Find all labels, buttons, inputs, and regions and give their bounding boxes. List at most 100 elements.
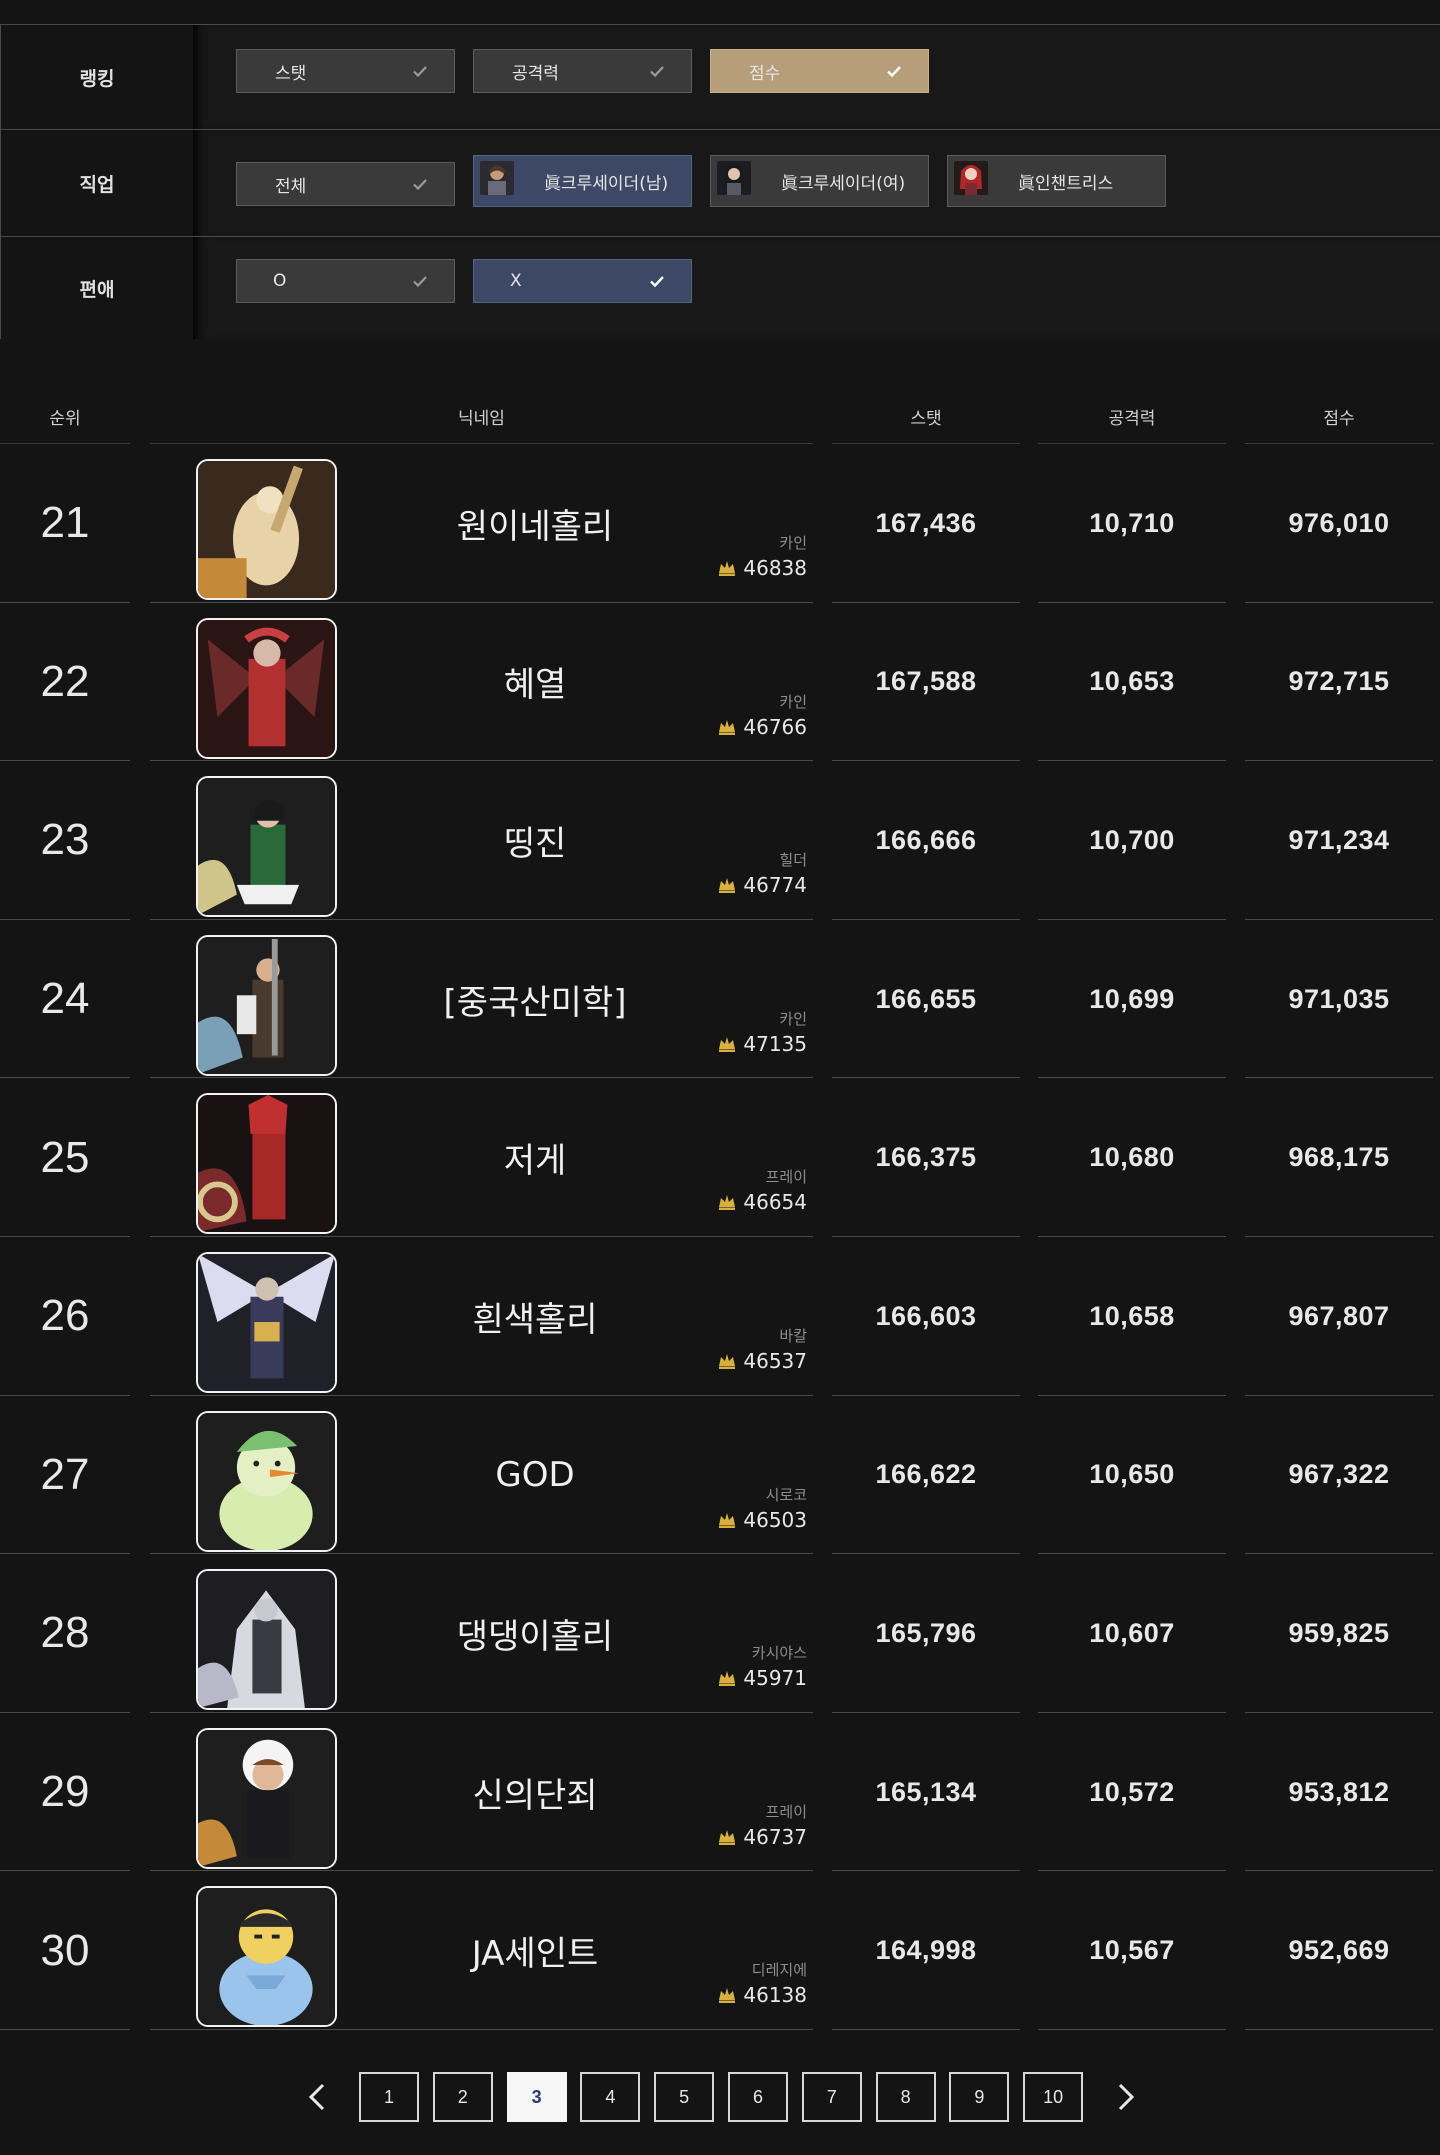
table-row[interactable]: 22 혜열 카인 46766 167,588 10,653 972,715 bbox=[0, 603, 1440, 762]
table-row[interactable]: 27 GOD 시로코 46503 166,622 10,650 967,322 bbox=[0, 1396, 1440, 1555]
ranking-option-stat[interactable]: 스탯 bbox=[236, 49, 455, 93]
stat-cell: 166,655 bbox=[832, 920, 1020, 1079]
server-name: 프레이 bbox=[765, 1168, 807, 1187]
nickname[interactable]: 저게 bbox=[390, 1078, 680, 1237]
page-button[interactable]: 9 bbox=[949, 2072, 1010, 2122]
rank-number: 26 bbox=[40, 1291, 90, 1341]
page-button[interactable]: 4 bbox=[580, 2072, 641, 2122]
table-row[interactable]: 23 띵진 힐더 46774 166,666 10,700 971,234 bbox=[0, 761, 1440, 920]
character-avatar[interactable] bbox=[196, 1252, 337, 1393]
server-name: 디레지에 bbox=[751, 1961, 807, 1980]
table-row[interactable]: 24 [중국산미학] 카인 47135 166,655 10,699 971,0… bbox=[0, 920, 1440, 1079]
character-sprite-icon bbox=[198, 1095, 335, 1233]
character-avatar[interactable] bbox=[196, 1727, 337, 1869]
adventure-level: 46537 bbox=[717, 1349, 807, 1373]
ranking-option-score[interactable]: 점수 bbox=[710, 49, 929, 93]
crown-icon bbox=[719, 878, 736, 894]
table-row[interactable]: 28 댕댕이홀리 카시야스 45971 165,796 10,607 959,8… bbox=[0, 1554, 1440, 1713]
nickname[interactable]: 띵진 bbox=[390, 761, 680, 920]
stat-cell: 166,375 bbox=[832, 1078, 1020, 1237]
nickname[interactable]: JA세인트 bbox=[390, 1871, 680, 2030]
nickname-cell: 흰색홀리 바칼 46537 bbox=[150, 1237, 813, 1396]
ranking-option-attack[interactable]: 공격력 bbox=[473, 49, 692, 93]
adventure-level: 46737 bbox=[717, 1825, 807, 1849]
adventure-level-value: 47135 bbox=[743, 1031, 807, 1056]
checkmark-icon bbox=[650, 66, 664, 78]
stat-value: 166,622 bbox=[875, 1459, 977, 1490]
nickname[interactable]: GOD bbox=[390, 1396, 680, 1555]
page-button[interactable]: 8 bbox=[875, 2072, 936, 2122]
nickname[interactable]: 원이네홀리 bbox=[390, 444, 680, 603]
nickname[interactable]: 흰색홀리 bbox=[390, 1237, 680, 1396]
chevron-left-icon[interactable] bbox=[298, 2077, 338, 2117]
table-row[interactable]: 21 원이네홀리 카인 46838 167,436 10,710 976,010 bbox=[0, 444, 1440, 603]
page-button[interactable]: 7 bbox=[801, 2072, 862, 2122]
checkmark-icon bbox=[887, 66, 901, 78]
score-cell: 972,715 bbox=[1245, 603, 1433, 762]
adventure-level-value: 46654 bbox=[743, 1190, 807, 1215]
attack-value: 10,653 bbox=[1089, 666, 1175, 697]
character-avatar[interactable] bbox=[196, 934, 337, 1076]
character-avatar[interactable] bbox=[196, 459, 337, 600]
job-option-label: 眞인챈트리스 bbox=[1018, 173, 1114, 194]
rank-number: 22 bbox=[40, 656, 90, 706]
nickname-cell: 신의단죄 프레이 46737 bbox=[150, 1713, 813, 1872]
nickname-cell: 댕댕이홀리 카시야스 45971 bbox=[150, 1554, 813, 1713]
filter-row-favorite: 편애 O X bbox=[1, 236, 1440, 339]
character-sprite-icon bbox=[198, 936, 335, 1074]
nickname[interactable]: 댕댕이홀리 bbox=[390, 1554, 680, 1713]
page-button[interactable]: 6 bbox=[728, 2072, 788, 2122]
attack-cell: 10,658 bbox=[1038, 1237, 1226, 1396]
nickname[interactable]: [중국산미학] bbox=[390, 920, 680, 1079]
nickname[interactable]: 혜열 bbox=[390, 603, 680, 762]
job-option-all[interactable]: 전체 bbox=[236, 162, 455, 206]
crown-icon bbox=[719, 1671, 736, 1687]
table-row[interactable]: 25 저게 프레이 46654 166,375 10,680 968,175 bbox=[0, 1078, 1440, 1237]
score-value: 959,825 bbox=[1288, 1617, 1390, 1648]
attack-value: 10,607 bbox=[1089, 1617, 1175, 1648]
filter-label-favorite: 편애 bbox=[1, 237, 193, 339]
character-avatar[interactable] bbox=[196, 1569, 337, 1711]
character-sprite-icon bbox=[198, 619, 335, 757]
character-avatar[interactable] bbox=[196, 776, 337, 918]
nickname[interactable]: 신의단죄 bbox=[390, 1713, 680, 1872]
job-option-crusader-female[interactable]: 眞크루세이더(여) bbox=[710, 155, 929, 207]
header-nickname: 닉네임 bbox=[150, 388, 813, 444]
checkmark-icon bbox=[413, 179, 427, 191]
filter-row-job: 직업 전체 眞크루세이더(남) 眞크루세이더(여) 眞인챈트리스 bbox=[1, 129, 1440, 236]
page-button[interactable]: 2 bbox=[432, 2072, 493, 2122]
attack-value: 10,699 bbox=[1089, 983, 1175, 1014]
rank-number: 29 bbox=[40, 1767, 90, 1817]
favorite-option-x[interactable]: X bbox=[473, 259, 692, 303]
character-avatar[interactable] bbox=[196, 1093, 337, 1235]
page-button[interactable]: 10 bbox=[1023, 2072, 1084, 2122]
character-sprite-icon bbox=[198, 778, 335, 916]
table-row[interactable]: 29 신의단죄 프레이 46737 165,134 10,572 953,812 bbox=[0, 1713, 1440, 1872]
table-row[interactable]: 26 흰색홀리 바칼 46537 166,603 10,658 967,807 bbox=[0, 1237, 1440, 1396]
table-row[interactable]: 30 JA세인트 디레지에 46138 164,998 10,567 952,6… bbox=[0, 1871, 1440, 2030]
adventure-level: 46654 bbox=[717, 1190, 807, 1214]
chevron-right-icon[interactable] bbox=[1105, 2077, 1145, 2117]
job-option-enchantress[interactable]: 眞인챈트리스 bbox=[947, 155, 1166, 207]
favorite-option-label: O bbox=[273, 271, 287, 291]
favorite-option-o[interactable]: O bbox=[236, 259, 455, 303]
character-avatar[interactable] bbox=[196, 1410, 337, 1552]
job-option-crusader-male[interactable]: 眞크루세이더(남) bbox=[473, 155, 692, 207]
attack-cell: 10,680 bbox=[1038, 1078, 1226, 1237]
page-button[interactable]: 3 bbox=[506, 2072, 567, 2122]
attack-cell: 10,699 bbox=[1038, 920, 1226, 1079]
character-avatar[interactable] bbox=[196, 617, 337, 759]
filter-panel: 랭킹 스탯 공격력 점수 직업 전체 眞크루세이더(남) 眞크루세이더(여) 眞… bbox=[0, 24, 1440, 339]
character-avatar[interactable] bbox=[196, 1886, 337, 2028]
checkmark-icon bbox=[413, 66, 427, 78]
stat-cell: 166,622 bbox=[832, 1396, 1020, 1555]
adventure-level-value: 46537 bbox=[743, 1349, 807, 1373]
stat-value: 167,588 bbox=[875, 666, 977, 697]
page-button[interactable]: 1 bbox=[359, 2072, 419, 2122]
job-option-label: 眞크루세이더(남) bbox=[544, 173, 669, 194]
stat-cell: 165,796 bbox=[832, 1554, 1020, 1713]
character-sprite-icon bbox=[198, 1571, 335, 1709]
stat-cell: 167,588 bbox=[832, 603, 1020, 762]
rank-cell: 26 bbox=[0, 1237, 130, 1396]
page-button[interactable]: 5 bbox=[654, 2072, 715, 2122]
